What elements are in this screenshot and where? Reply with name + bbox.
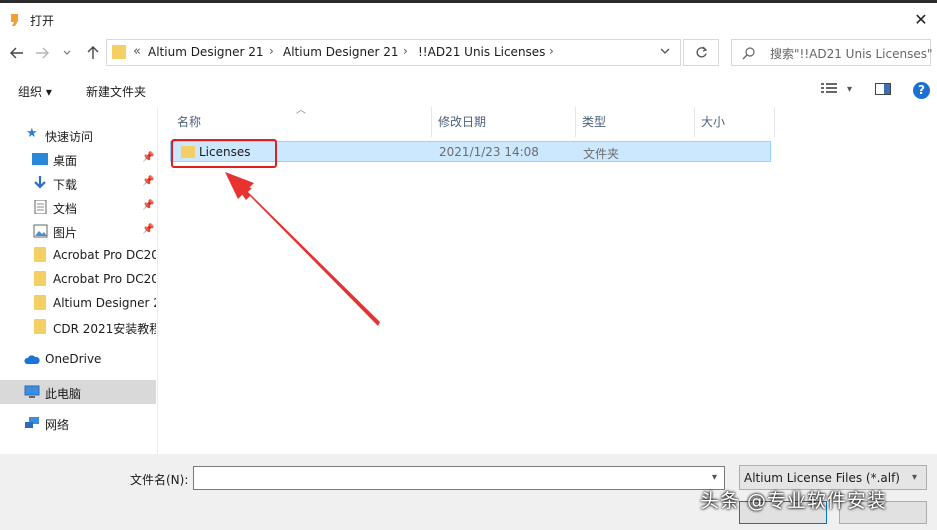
chevron-down-icon: ▾ <box>912 472 918 483</box>
filename-label: 文件名(N): <box>130 473 189 487</box>
annotation-arrow-icon <box>225 172 380 326</box>
filter-value: Altium License Files (*.alf) <box>744 471 900 485</box>
watermark: 头条 @专业软件安装 <box>700 490 888 512</box>
chevron-down-icon[interactable]: ▾ <box>712 472 717 483</box>
filename-input[interactable]: ▾ <box>193 466 725 490</box>
